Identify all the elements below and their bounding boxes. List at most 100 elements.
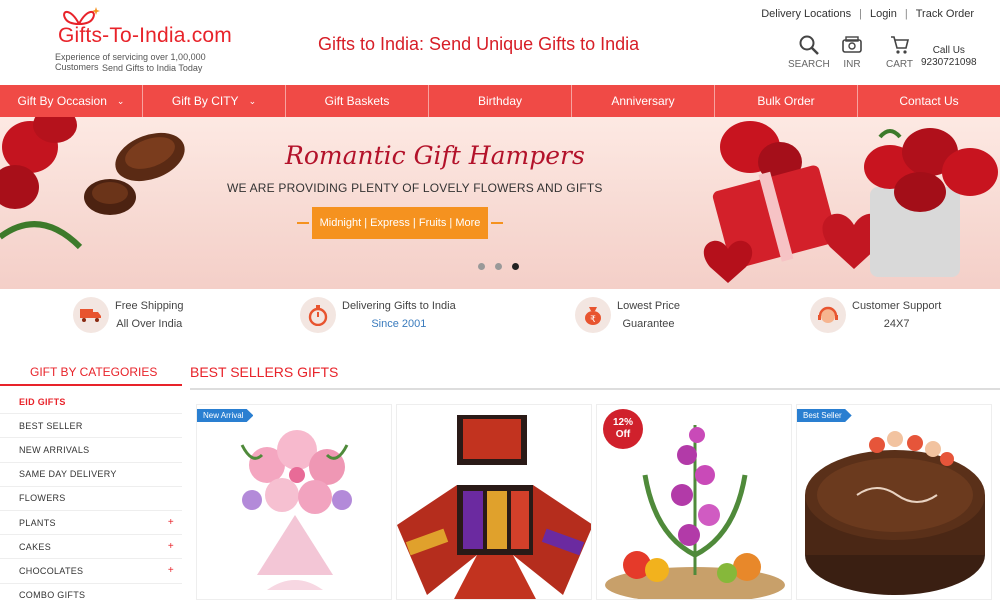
sidebar-item-flowers[interactable]: FLOWERS: [0, 487, 182, 511]
sidebar-item-label: EID GIFTS: [19, 396, 66, 407]
expand-plus-icon[interactable]: +: [168, 517, 174, 528]
carousel-dot-active[interactable]: [512, 263, 519, 270]
sidebar-item-plants[interactable]: PLANTS +: [0, 511, 182, 536]
hero-banner[interactable]: Romantic Gift Hampers WE ARE PROVIDING P…: [0, 117, 1000, 289]
money-bag-icon: ₹: [575, 297, 611, 333]
product-card[interactable]: New Arrival: [196, 404, 392, 600]
feature-text: Free Shipping All Over India: [115, 297, 184, 333]
discount-badge: 12% Off: [603, 409, 643, 449]
nav-label: Contact Us: [899, 94, 959, 108]
cart-button[interactable]: CART: [886, 34, 913, 70]
nav-label: Bulk Order: [757, 94, 815, 108]
feature-since: Delivering Gifts to India Since 2001: [300, 297, 456, 333]
heart-gift-box-image: [703, 121, 998, 283]
category-sidebar: GIFT BY CATEGORIES EID GIFTS BEST SELLER…: [0, 360, 182, 600]
product-card[interactable]: 12% Off: [596, 404, 792, 600]
sidebar-item-same-day-delivery[interactable]: SAME DAY DELIVERY: [0, 463, 182, 487]
sidebar-item-best-seller[interactable]: BEST SELLER: [0, 414, 182, 439]
product-card[interactable]: [396, 404, 592, 600]
banner-decor-line: [491, 222, 503, 224]
nav-bulk-order[interactable]: Bulk Order: [715, 85, 858, 117]
nav-anniversary[interactable]: Anniversary: [572, 85, 715, 117]
search-icon: [799, 35, 819, 55]
sidebar-item-label: SAME DAY DELIVERY: [19, 469, 117, 480]
nav-birthday[interactable]: Birthday: [429, 85, 572, 117]
product-card[interactable]: Best Seller: [796, 404, 992, 600]
feature-free-shipping: Free Shipping All Over India: [73, 297, 184, 333]
cart-label: CART: [886, 59, 914, 70]
sidebar-item-label: CHOCOLATES: [19, 565, 84, 576]
nav-label: Anniversary: [611, 94, 675, 108]
section-title: BEST SELLERS GIFTS: [190, 364, 339, 380]
support-icon: [810, 297, 846, 333]
sidebar-item-label: PLANTS: [19, 517, 56, 528]
chocolate-explosion-box-image: [397, 405, 591, 599]
sidebar-item-label: FLOWERS: [19, 493, 66, 504]
feature-strip: Free Shipping All Over India Delivering …: [0, 289, 1000, 345]
chocolate-birthday-cake-image: [797, 405, 991, 599]
currency-label: INR: [843, 59, 861, 70]
feature-subtitle: Guarantee: [622, 318, 675, 330]
feature-title: Free Shipping: [115, 300, 184, 312]
sidebar-underline: [0, 384, 182, 386]
sidebar-item-label: NEW ARRIVALS: [19, 444, 90, 455]
sidebar-item-eid-gifts[interactable]: EID GIFTS: [0, 390, 182, 415]
expand-plus-icon[interactable]: +: [168, 541, 174, 552]
nav-label: Gift By CITY: [171, 94, 239, 108]
logo-text: Gifts-To-India.com: [58, 24, 232, 47]
nav-label: Birthday: [477, 94, 523, 108]
nav-contact-us[interactable]: Contact Us: [858, 85, 1000, 117]
best-seller-badge: Best Seller: [797, 409, 852, 422]
sidebar-item-chocolates[interactable]: CHOCOLATES +: [0, 559, 182, 584]
feature-title: Delivering Gifts to India: [342, 300, 456, 312]
feature-title: Lowest Price: [617, 300, 680, 312]
feature-text: Customer Support 24X7: [852, 297, 941, 333]
section-divider: [190, 388, 1000, 390]
search-button[interactable]: SEARCH: [788, 34, 830, 70]
login-link[interactable]: Login: [870, 8, 897, 20]
nav-gift-by-occasion[interactable]: Gift By Occasion ⌄: [0, 85, 143, 117]
feature-text: Lowest Price Guarantee: [617, 297, 680, 333]
cart-icon: [890, 36, 909, 54]
banner-decor-line: [297, 222, 309, 224]
carousel-dot[interactable]: [495, 263, 502, 270]
banner-cta-button[interactable]: Midnight | Express | Fruits | More: [312, 207, 488, 239]
currency-icon: [842, 36, 862, 53]
nav-gift-by-city[interactable]: Gift By CITY ⌄: [143, 85, 286, 117]
main-nav: Gift By Occasion ⌄ Gift By CITY ⌄ Gift Bas…: [0, 85, 1000, 117]
truck-icon: [73, 297, 109, 333]
sidebar-item-label: CAKES: [19, 541, 52, 552]
expand-plus-icon[interactable]: +: [168, 565, 174, 576]
call-us-label: Call Us: [932, 45, 965, 56]
site-header: Gifts-To-India.com Experience of servici…: [0, 0, 1000, 85]
sidebar-header: GIFT BY CATEGORIES: [0, 360, 182, 386]
pink-lilies-bouquet-image: [197, 405, 391, 599]
site-logo[interactable]: Gifts-To-India.com Experience of servici…: [28, 2, 238, 73]
call-us-number: 9230721098: [921, 57, 977, 68]
sidebar-item-cakes[interactable]: CAKES +: [0, 535, 182, 560]
page-title: Gifts to India: Send Unique Gifts to Ind…: [318, 34, 640, 54]
banner-title: Romantic Gift Hampers: [285, 141, 585, 170]
carousel-dots: [478, 263, 519, 270]
feature-title: Customer Support: [852, 300, 942, 312]
track-order-link[interactable]: Track Order: [916, 8, 974, 20]
banner-subtitle: WE ARE PROVIDING PLENTY OF LOVELY FLOWER…: [227, 181, 603, 195]
stopwatch-icon: [300, 297, 336, 333]
sidebar-item-label: BEST SELLER: [19, 420, 83, 431]
sidebar-title: GIFT BY CATEGORIES: [30, 365, 158, 379]
currency-button[interactable]: INR: [841, 34, 863, 70]
logo-tagline-2: Send Gifts to India Today: [102, 63, 203, 73]
nav-gift-baskets[interactable]: Gift Baskets: [286, 85, 429, 117]
sidebar-item-label: COMBO GIFTS: [19, 590, 86, 600]
link-separator: |: [859, 8, 862, 20]
carousel-dot[interactable]: [478, 263, 485, 270]
feature-lowest-price: ₹ Lowest Price Guarantee: [575, 297, 680, 333]
feature-subtitle: All Over India: [116, 318, 183, 330]
category-list: EID GIFTS BEST SELLER NEW ARRIVALS SAME …: [0, 390, 182, 600]
delivery-locations-link[interactable]: Delivery Locations: [761, 8, 851, 20]
sidebar-item-combo-gifts[interactable]: COMBO GIFTS: [0, 584, 182, 600]
search-label: SEARCH: [788, 59, 830, 70]
call-us[interactable]: Call Us 9230721098: [921, 45, 977, 69]
link-separator: |: [904, 8, 908, 20]
sidebar-item-new-arrivals[interactable]: NEW ARRIVALS: [0, 438, 182, 463]
